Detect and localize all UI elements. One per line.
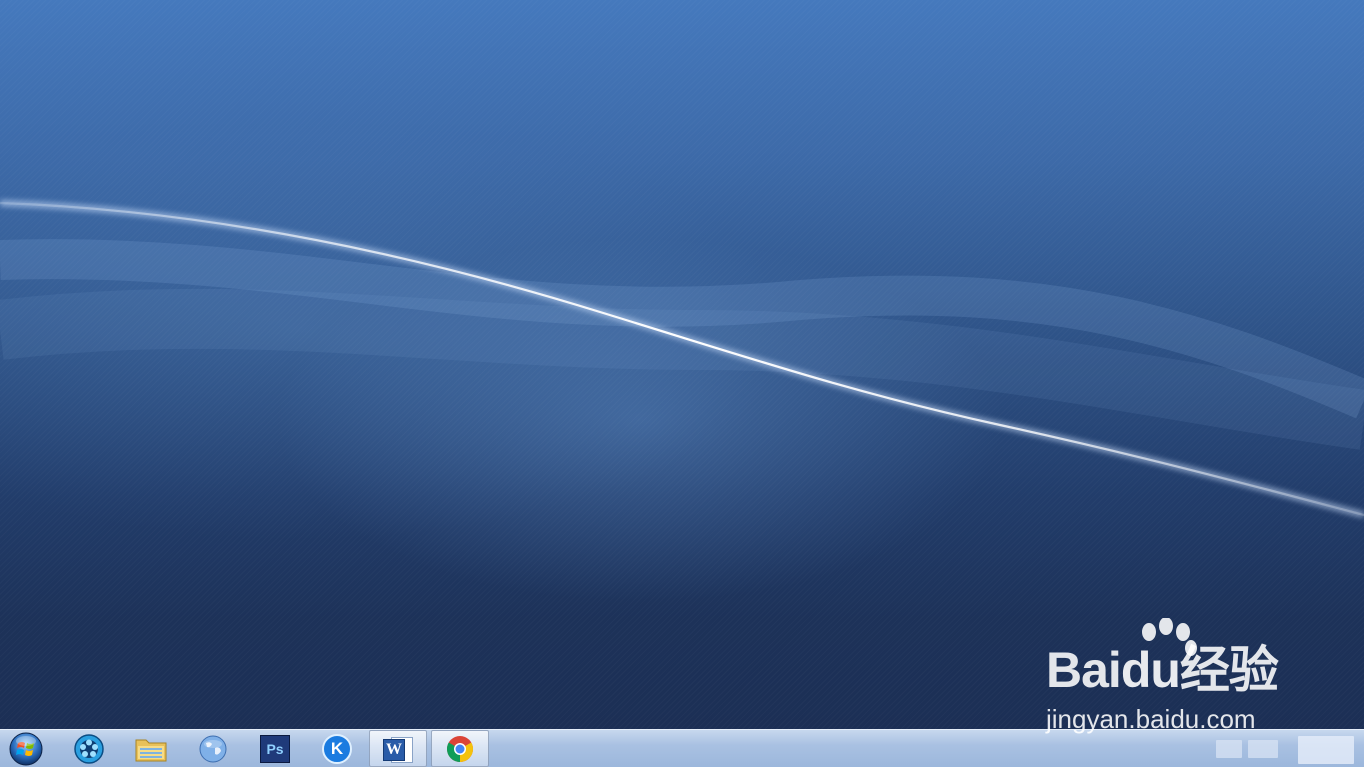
tray-clock-blurred[interactable] bbox=[1298, 736, 1354, 764]
tray-icon-blurred[interactable] bbox=[1248, 740, 1278, 758]
kugou-icon: K bbox=[322, 733, 352, 764]
tray-icon-blurred[interactable] bbox=[1216, 740, 1242, 758]
logo-jingyan-text: 经验 bbox=[1179, 642, 1279, 698]
kugou-icon-label: K bbox=[330, 738, 344, 758]
watermark-url: jingyan.baidu.com bbox=[1046, 704, 1256, 734]
photoshop-icon: Ps bbox=[260, 734, 290, 763]
photoshop-icon-label: Ps bbox=[266, 740, 284, 757]
logo-du-text: du bbox=[1120, 642, 1181, 698]
chrome-icon bbox=[446, 735, 474, 762]
logo-bai-text: Bai bbox=[1046, 642, 1122, 698]
taskbar-browser-globe[interactable] bbox=[184, 730, 242, 767]
media-player-icon bbox=[74, 733, 104, 764]
word-icon-label: W bbox=[386, 740, 402, 758]
taskbar-file-explorer[interactable] bbox=[122, 730, 180, 767]
windows-orb-icon bbox=[9, 732, 43, 766]
folder-icon bbox=[135, 739, 167, 761]
baidu-jingyan-watermark: Baidu经验 jingyan.baidu.com bbox=[1040, 618, 1300, 736]
taskbar-chrome[interactable] bbox=[431, 730, 489, 767]
taskbar-word[interactable]: W bbox=[369, 730, 427, 767]
taskbar-kugou[interactable]: K bbox=[308, 730, 366, 767]
word-icon: W bbox=[383, 735, 413, 763]
start-button[interactable] bbox=[6, 731, 46, 767]
taskbar-media-player[interactable] bbox=[60, 730, 118, 767]
taskbar-photoshop[interactable]: Ps bbox=[246, 730, 304, 767]
baidu-jingyan-logo: Baidu经验 bbox=[1046, 640, 1279, 700]
globe-icon bbox=[199, 735, 227, 762]
